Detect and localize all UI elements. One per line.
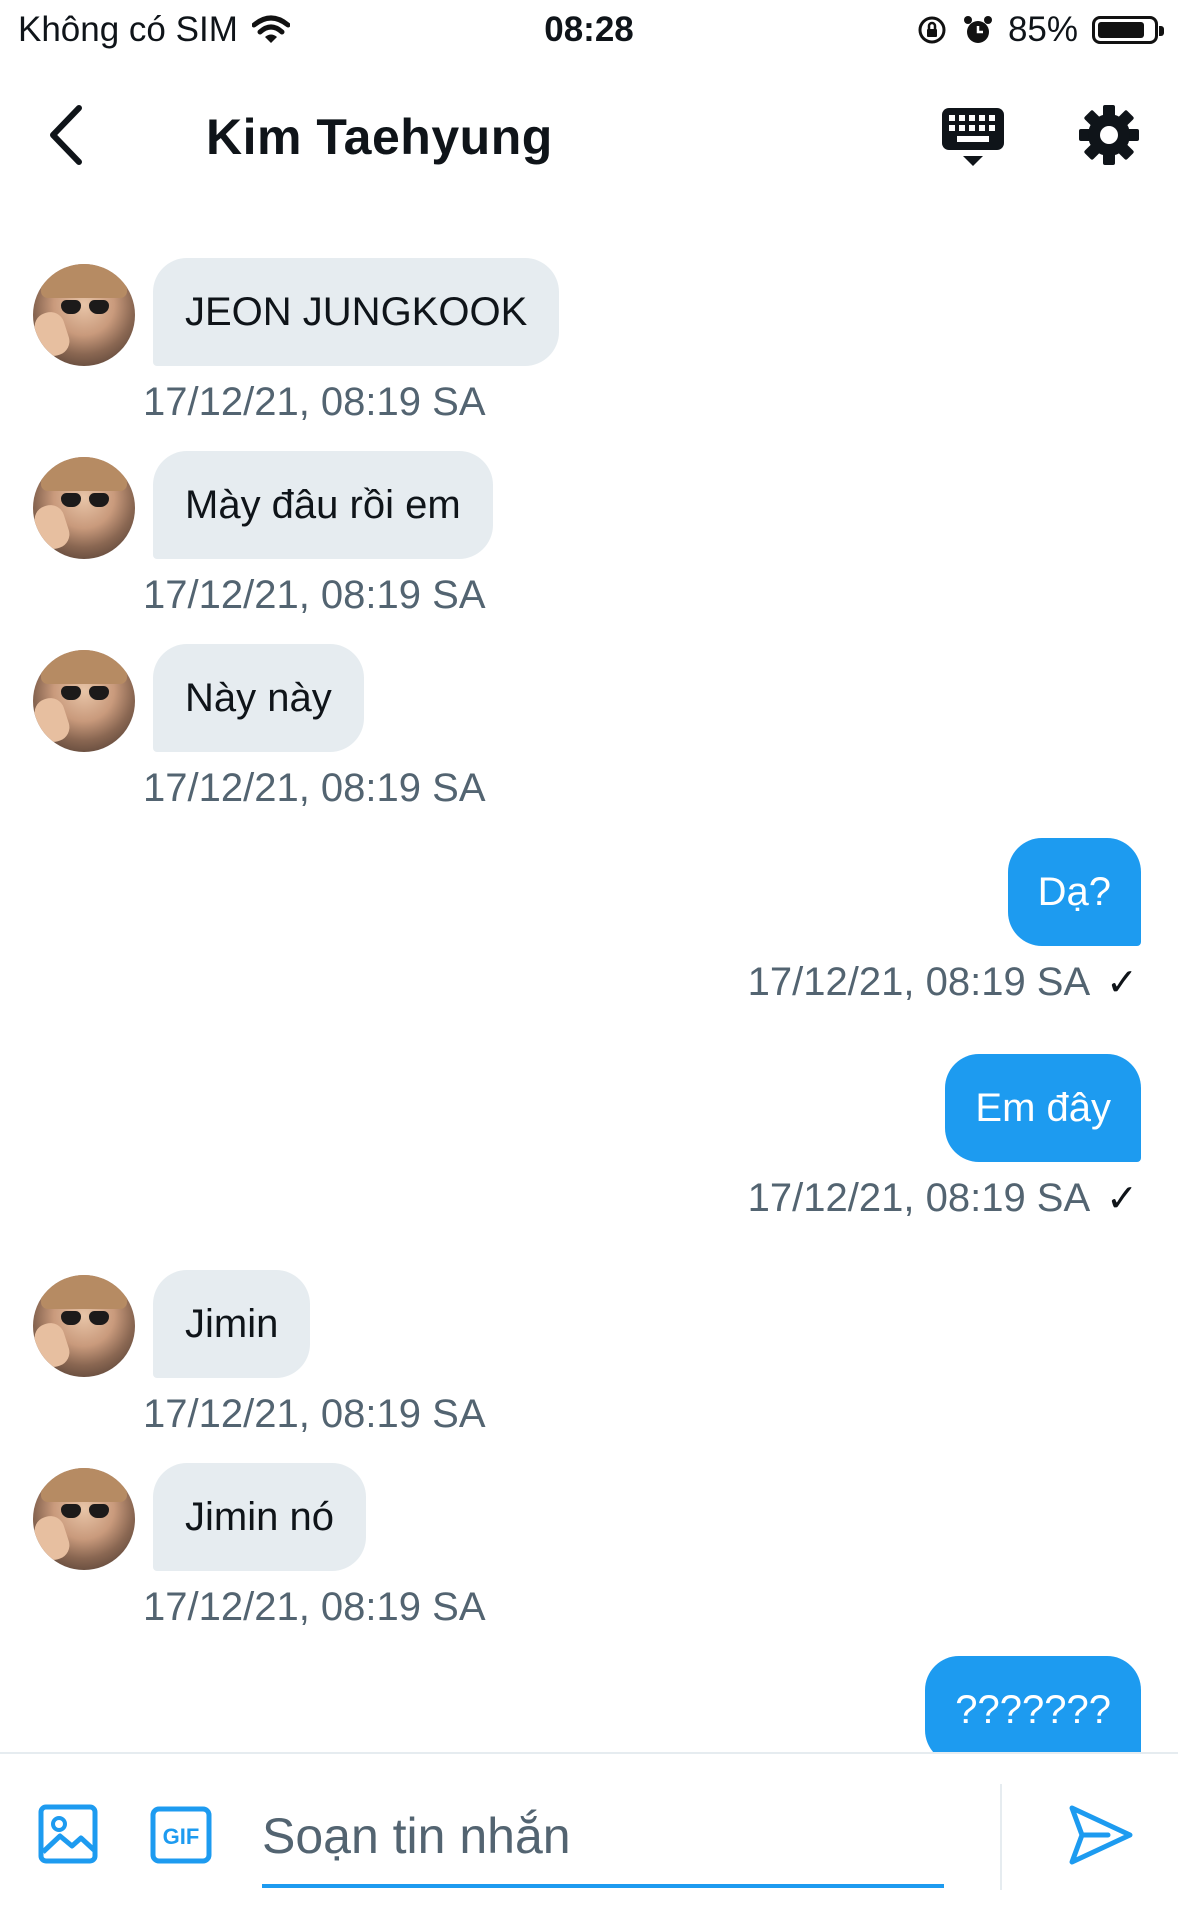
avatar[interactable] bbox=[33, 264, 135, 366]
add-gif-button[interactable]: GIF bbox=[150, 1806, 212, 1864]
outgoing-message-bubble[interactable]: ??????? bbox=[925, 1656, 1141, 1764]
composer-divider bbox=[1000, 1784, 1002, 1890]
incoming-message-bubble[interactable]: JEON JUNGKOOK bbox=[153, 258, 560, 366]
alarm-icon bbox=[963, 16, 992, 43]
message-timestamp: 17/12/21, 08:19 SA bbox=[747, 1176, 1091, 1220]
message-composer: GIF bbox=[0, 1752, 1178, 1922]
send-icon bbox=[1069, 1805, 1133, 1865]
battery-percent: 85% bbox=[1007, 10, 1078, 49]
orientation-lock-icon bbox=[918, 16, 946, 44]
message-timestamp: 17/12/21, 08:19 SA bbox=[143, 573, 486, 617]
outgoing-message-bubble[interactable]: Dạ? bbox=[1007, 838, 1141, 946]
battery-fill bbox=[1098, 22, 1144, 38]
sent-check-icon: ✓ bbox=[1106, 1178, 1138, 1220]
avatar[interactable] bbox=[33, 1275, 135, 1377]
incoming-message-bubble[interactable]: Jimin bbox=[153, 1270, 311, 1378]
avatar[interactable] bbox=[33, 1468, 135, 1570]
send-button[interactable] bbox=[1068, 1804, 1134, 1866]
conversation-header: Kim Taehyung bbox=[0, 80, 1178, 200]
image-icon bbox=[38, 1804, 98, 1864]
back-button[interactable] bbox=[30, 100, 100, 170]
message-timestamp-row: 17/12/21, 08:19 SA ✓ bbox=[748, 960, 1138, 1005]
battery-icon bbox=[1092, 16, 1164, 44]
avatar[interactable] bbox=[33, 650, 135, 752]
gif-icon: GIF bbox=[150, 1806, 212, 1864]
message-input[interactable] bbox=[262, 1788, 944, 1888]
message-timestamp: 17/12/21, 08:19 SA bbox=[143, 380, 486, 424]
incoming-message-bubble[interactable]: Này này bbox=[153, 644, 364, 752]
message-timestamp: 17/12/21, 08:19 SA bbox=[747, 960, 1091, 1004]
outgoing-message-bubble[interactable]: Em đây bbox=[945, 1054, 1141, 1162]
add-image-button[interactable] bbox=[38, 1804, 98, 1864]
message-timestamp-row: 17/12/21, 08:19 SA ✓ bbox=[748, 1176, 1138, 1221]
message-timestamp: 17/12/21, 08:19 SA bbox=[143, 1585, 486, 1629]
status-right: 85% bbox=[916, 10, 1164, 50]
sent-check-icon: ✓ bbox=[1106, 962, 1138, 1004]
message-timestamp: 17/12/21, 08:19 SA bbox=[143, 1392, 486, 1436]
gif-label: GIF bbox=[163, 1824, 200, 1849]
incoming-message-bubble[interactable]: Jimin nó bbox=[153, 1463, 366, 1571]
message-timestamp: 17/12/21, 08:19 SA bbox=[143, 766, 486, 810]
keyboard-icon bbox=[942, 108, 1004, 166]
status-bar: Không có SIM 08:28 85% bbox=[0, 0, 1178, 60]
chevron-left-icon bbox=[50, 105, 82, 165]
incoming-message-bubble[interactable]: Mày đâu rồi em bbox=[153, 451, 493, 559]
conversation-title: Kim Taehyung bbox=[206, 109, 553, 165]
gear-icon bbox=[1079, 105, 1139, 165]
avatar[interactable] bbox=[33, 457, 135, 559]
settings-button[interactable] bbox=[1078, 104, 1140, 166]
keyboard-button[interactable] bbox=[940, 104, 1006, 170]
